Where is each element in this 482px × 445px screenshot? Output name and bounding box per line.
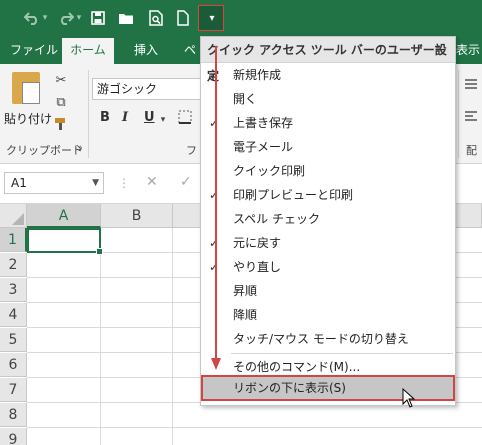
customize-qat-menu: クイック アクセス ツール バーのユーザー設定 ✓ 新規作成 開く ✓ 上書き保… [200, 36, 456, 406]
annotation-arrow-icon [211, 46, 221, 370]
name-box-dropdown-icon[interactable]: ▼ [92, 173, 99, 193]
customize-qat-icon: ▾ [209, 12, 215, 24]
alignment-group-label: 配 [466, 144, 477, 157]
active-cell-a1[interactable] [27, 228, 103, 255]
gridline [172, 228, 173, 445]
open-folder-icon[interactable] [116, 8, 136, 28]
enter-icon[interactable]: ✓ [180, 174, 192, 190]
print-preview-icon[interactable] [146, 8, 166, 28]
redo-dropdown-icon[interactable]: ▾ [74, 8, 84, 28]
quick-access-toolbar: ▾ ▾ ▾ [0, 0, 482, 36]
group-divider [88, 70, 89, 158]
tab-view[interactable]: 表示 [456, 36, 480, 64]
group-divider [458, 70, 459, 158]
row-header-3[interactable]: 3 [0, 278, 27, 302]
align-left-icon[interactable] [462, 110, 480, 128]
row-header-2[interactable]: 2 [0, 253, 27, 277]
menu-item-open[interactable]: 開く [201, 87, 455, 111]
row-header-6[interactable]: 6 [0, 353, 27, 377]
new-file-icon[interactable] [173, 8, 193, 28]
font-name-box[interactable]: 游ゴシック [92, 78, 204, 100]
menu-item-touch-mouse-mode[interactable]: タッチ/マウス モードの切り替え [201, 327, 455, 351]
menu-separator [231, 353, 453, 354]
tab-home[interactable]: ホーム [62, 38, 114, 64]
menu-item-sort-descending[interactable]: 降順 [201, 303, 455, 327]
bold-button[interactable]: B [100, 110, 110, 130]
customize-qat-button[interactable]: ▾ [198, 5, 224, 31]
menu-item-spell-check[interactable]: スペル チェック [201, 207, 455, 231]
tab-file[interactable]: ファイル [10, 36, 58, 64]
row-header-1[interactable]: 1 [0, 228, 27, 252]
row-header-8[interactable]: 8 [0, 403, 27, 427]
menu-item-email[interactable]: 電子メール [201, 135, 455, 159]
menu-item-save[interactable]: ✓ 上書き保存 [201, 111, 455, 135]
name-box[interactable]: A1 ▼ [4, 172, 104, 194]
clipboard-group-label: クリップボード [6, 144, 83, 157]
cut-icon[interactable]: ✂ [52, 72, 70, 90]
menu-item-new[interactable]: ✓ 新規作成 [201, 63, 455, 87]
column-header-b[interactable]: B [101, 204, 173, 228]
column-header-a[interactable]: A [27, 204, 101, 228]
paste-icon [12, 72, 40, 104]
italic-button[interactable]: I [122, 110, 128, 130]
tab-page-layout[interactable]: ペ [184, 36, 196, 64]
redo-icon[interactable] [56, 8, 76, 28]
menu-item-undo[interactable]: ✓ 元に戻す [201, 231, 455, 255]
menu-item-quick-print[interactable]: クイック印刷 [201, 159, 455, 183]
row-header-9[interactable]: 9 [0, 428, 27, 445]
menu-item-redo[interactable]: ✓ やり直し [201, 255, 455, 279]
underline-button[interactable]: U [144, 110, 155, 130]
menu-item-sort-ascending[interactable]: 昇順 [201, 279, 455, 303]
drag-handle-icon[interactable]: ⋮ [118, 176, 130, 190]
tab-insert[interactable]: 挿入 [134, 36, 158, 64]
border-icon[interactable] [176, 110, 194, 128]
row-header-4[interactable]: 4 [0, 303, 27, 327]
align-top-icon[interactable] [462, 78, 480, 96]
name-box-value: A1 [11, 176, 27, 190]
font-group-label: フ [186, 144, 197, 157]
undo-dropdown-icon[interactable]: ▾ [40, 8, 50, 28]
row-header-5[interactable]: 5 [0, 328, 27, 352]
format-painter-icon[interactable] [52, 116, 70, 134]
gridline [27, 427, 482, 428]
mouse-cursor-icon [402, 388, 416, 408]
dialog-launcher-icon[interactable]: ↘ [74, 142, 84, 154]
copy-icon[interactable]: ⧉ [52, 94, 70, 112]
gridline [100, 228, 101, 445]
undo-icon[interactable] [22, 8, 42, 28]
menu-title: クイック アクセス ツール バーのユーザー設定 [201, 37, 455, 83]
select-all-button[interactable] [0, 204, 27, 228]
underline-dropdown-icon[interactable]: ▾ [158, 111, 168, 129]
menu-item-show-below-ribbon[interactable]: リボンの下に表示(S) [201, 375, 455, 401]
menu-item-print-preview[interactable]: ✓ 印刷プレビューと印刷 [201, 183, 455, 207]
paste-button[interactable]: 貼り付け [4, 72, 52, 128]
row-header-7[interactable]: 7 [0, 378, 27, 402]
cancel-icon[interactable]: ✕ [146, 174, 158, 190]
save-icon[interactable] [88, 8, 108, 28]
